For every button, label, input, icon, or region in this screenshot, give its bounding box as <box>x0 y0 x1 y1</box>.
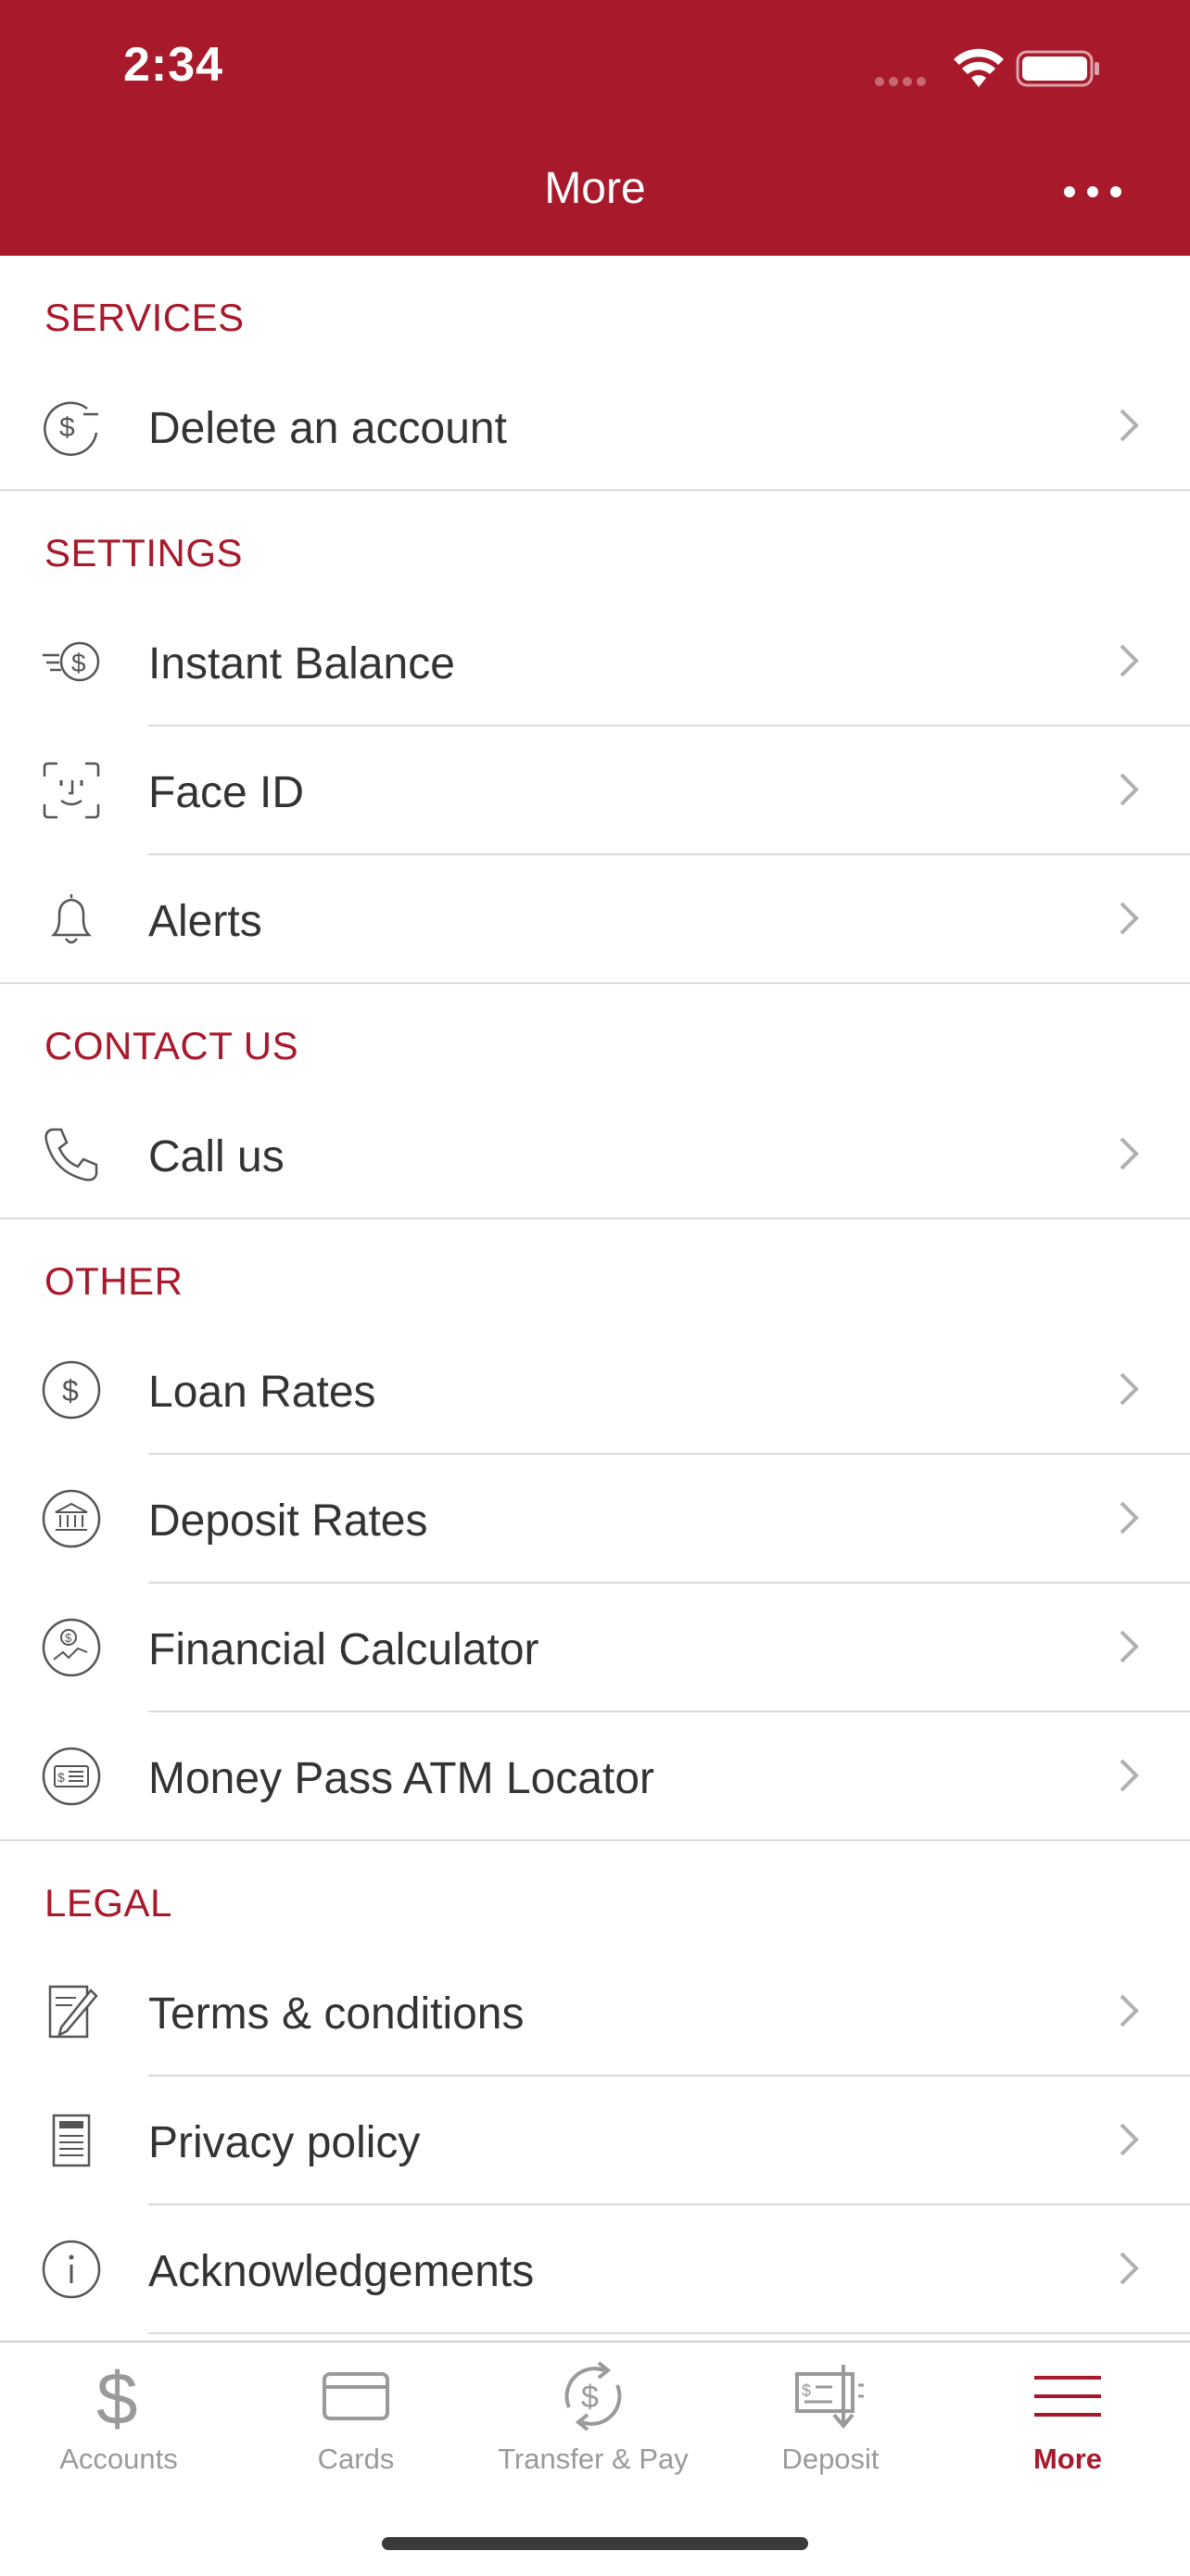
cash-card-icon: $ <box>42 1747 101 1806</box>
row-label: Acknowledgements <box>148 2247 535 2296</box>
row-label: Privacy policy <box>148 2118 421 2167</box>
row-financial-calculator[interactable]: $ Financial Calculator <box>42 1584 1190 1712</box>
row-label: Call us <box>148 1132 285 1181</box>
tab-more[interactable]: More <box>949 2342 1186 2500</box>
svg-text:$: $ <box>581 2380 599 2415</box>
chevron-right-icon <box>1120 1759 1139 1792</box>
transfer-icon: $ <box>564 2361 622 2431</box>
signal-icon <box>875 74 930 91</box>
row-delete-account[interactable]: $ Delete an account <box>0 362 1190 491</box>
status-time: 2:34 <box>123 38 224 92</box>
chevron-right-icon <box>1120 409 1139 442</box>
tab-transfer-pay[interactable]: $ Transfer & Pay <box>475 2342 712 2500</box>
svg-text:$: $ <box>802 2381 811 2400</box>
row-face-id[interactable]: Face ID <box>43 726 1190 855</box>
chevron-right-icon <box>1120 1372 1139 1406</box>
face-id-icon <box>43 762 100 819</box>
phone-icon <box>44 1128 98 1181</box>
info-icon <box>42 2240 101 2299</box>
section-header-legal: LEGAL <box>44 1881 172 1925</box>
wifi-icon <box>954 48 1004 87</box>
svg-text:$: $ <box>65 1631 72 1645</box>
dollar-circle-icon: $ <box>42 1360 101 1420</box>
chevron-right-icon <box>1120 2123 1139 2156</box>
more-options-icon[interactable] <box>1060 169 1125 215</box>
row-label: Terms & conditions <box>148 1989 525 2039</box>
row-deposit-rates[interactable]: Deposit Rates <box>42 1455 1190 1584</box>
document-edit-icon <box>48 1985 98 2039</box>
chevron-right-icon <box>1120 1501 1139 1534</box>
home-indicator <box>382 2537 808 2550</box>
row-loan-rates[interactable]: $ Loan Rates <box>42 1326 1190 1455</box>
row-call-us[interactable]: Call us <box>0 1091 1190 1219</box>
row-label: Alerts <box>148 897 262 946</box>
svg-text:$: $ <box>57 1770 65 1785</box>
svg-text:$: $ <box>71 649 86 677</box>
dollar-icon: $ <box>96 2359 138 2433</box>
tab-label: Cards <box>317 2443 395 2475</box>
chevron-right-icon <box>1120 1630 1139 1663</box>
chart-dollar-icon: $ <box>42 1618 101 1677</box>
tab-label: More <box>1032 2443 1103 2475</box>
row-label: Delete an account <box>148 404 507 453</box>
row-label: Face ID <box>148 768 305 817</box>
row-privacy-policy[interactable]: Privacy policy <box>52 2077 1190 2205</box>
speed-dollar-icon: $ <box>43 641 100 682</box>
bell-icon <box>50 894 93 944</box>
tab-label: Transfer & Pay <box>498 2443 689 2475</box>
row-label: Money Pass ATM Locator <box>148 1754 654 1803</box>
dollar-minus-icon: $ <box>44 401 98 456</box>
tab-accounts[interactable]: $ Accounts <box>0 2342 237 2500</box>
chevron-right-icon <box>1120 1994 1139 2027</box>
chevron-right-icon <box>1120 773 1139 806</box>
row-label: Instant Balance <box>148 639 455 688</box>
chevron-right-icon <box>1120 644 1139 677</box>
svg-text:$: $ <box>96 2359 138 2433</box>
tab-label: Accounts <box>59 2443 178 2475</box>
battery-icon <box>1016 50 1099 87</box>
section-header-contact: CONTACT US <box>44 1024 299 1067</box>
chevron-right-icon <box>1120 1137 1139 1170</box>
section-header-services: SERVICES <box>44 296 245 339</box>
svg-text:$: $ <box>59 412 75 443</box>
settings-list: SERVICES $ Delete an account SETTINGS $ … <box>0 256 1190 2341</box>
row-atm-locator[interactable]: $ Money Pass ATM Locator <box>0 1712 1190 1841</box>
document-icon <box>52 2114 91 2167</box>
page-title: More <box>544 164 646 213</box>
chevron-right-icon <box>1120 2252 1139 2285</box>
row-label: Loan Rates <box>148 1368 376 1417</box>
row-alerts[interactable]: Alerts <box>0 855 1190 984</box>
tab-deposit[interactable]: $ Deposit <box>712 2342 949 2500</box>
menu-icon <box>1034 2376 1101 2417</box>
status-indicators <box>875 46 1116 93</box>
section-header-other: OTHER <box>44 1259 184 1303</box>
check-deposit-icon: $ <box>795 2365 864 2430</box>
row-terms[interactable]: Terms & conditions <box>48 1948 1190 2077</box>
tab-label: Deposit <box>781 2443 880 2475</box>
bank-icon <box>42 1489 101 1548</box>
top-bar: 2:34 More <box>0 0 1190 256</box>
tab-cards[interactable]: Cards <box>237 2342 475 2500</box>
chevron-right-icon <box>1120 902 1139 935</box>
row-acknowledgements[interactable]: Acknowledgements <box>42 2205 1190 2334</box>
row-label: Deposit Rates <box>148 1496 428 1546</box>
row-instant-balance[interactable]: $ Instant Balance <box>43 598 1190 726</box>
row-label: Financial Calculator <box>148 1625 539 1674</box>
svg-text:$: $ <box>62 1374 79 1408</box>
card-icon <box>323 2372 389 2420</box>
section-header-settings: SETTINGS <box>44 531 244 575</box>
